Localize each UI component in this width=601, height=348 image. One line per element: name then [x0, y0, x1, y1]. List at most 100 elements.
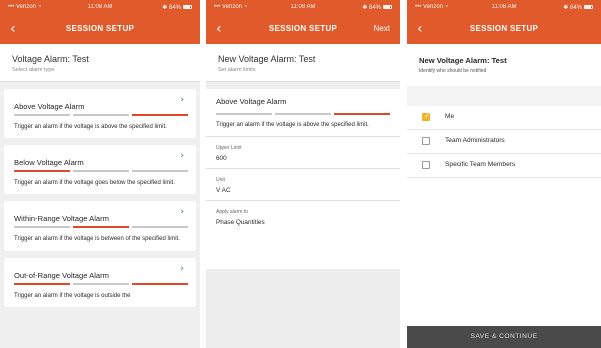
checkbox-checked[interactable]: ✓: [422, 112, 430, 121]
page-header: New Voltage Alarm: Test Identify who sho…: [407, 44, 601, 86]
status-battery: ✱ 84%: [362, 4, 392, 11]
nav-title: SESSION SETUP: [268, 24, 338, 33]
page-subtitle: Identify who should be notified: [419, 68, 487, 74]
nav-title: SESSION SETUP: [469, 24, 539, 33]
chevron-right-icon: ›: [180, 95, 184, 105]
alarm-card-within-range[interactable]: Within-Range Voltage Alarm › Trigger an …: [4, 201, 196, 251]
bluetooth-icon: ✱: [563, 5, 569, 11]
app-stage: ••• Verizon ◔ 11:08 AM ✱ 84% ‹ SESSION S…: [0, 0, 601, 348]
alarm-card-description: Trigger an alarm if the voltage is outsi…: [14, 292, 131, 299]
indicator-segment: [132, 170, 188, 173]
alarm-card-title: Within-Range Voltage Alarm: [14, 214, 109, 224]
limit-indicator: [14, 226, 188, 229]
field-value: V AC: [216, 187, 231, 195]
status-bar: ••• Verizon ◔ 11:08 AM ✱ 84%: [206, 0, 400, 16]
indicator-segment-active: [132, 114, 188, 116]
indicator-segment-active: [132, 282, 188, 285]
battery-percent: 84%: [168, 5, 181, 11]
indicator-segment: [14, 226, 70, 229]
chevron-right-icon: ›: [180, 151, 184, 162]
page-title: New Voltage Alarm: Test: [218, 54, 316, 64]
indicator-segment-active: [334, 113, 390, 115]
status-battery: ✱ 84%: [162, 4, 192, 11]
field-value: Phase Quantities: [216, 219, 265, 227]
alarm-card-above[interactable]: Above Voltage Alarm › Trigger an alarm i…: [4, 89, 196, 139]
chevron-right-icon: ›: [180, 207, 184, 218]
alarm-card-title: Below Voltage Alarm: [14, 158, 84, 168]
screen-select-alarm-type: ••• Verizon ◔ 11:08 AM ✱ 84% ‹ SESSION S…: [0, 0, 200, 348]
alarm-card-title: Out-of-Range Voltage Alarm: [14, 270, 109, 280]
indicator-segment-active: [14, 282, 70, 285]
battery-icon: [584, 5, 593, 10]
field-label: Upper Limit: [216, 145, 242, 152]
indicator-segment: [73, 114, 129, 116]
bluetooth-icon: ✱: [362, 5, 368, 11]
upper-limit-field[interactable]: Upper Limit 600: [206, 137, 400, 170]
nav-row: ‹ SESSION SETUP Next: [206, 18, 400, 42]
alarm-card-out-of-range[interactable]: Out-of-Range Voltage Alarm › Trigger an …: [4, 257, 196, 307]
nav-row: ‹ SESSION SETUP: [0, 18, 200, 42]
nav-title: SESSION SETUP: [65, 24, 135, 33]
limit-indicator: [14, 282, 188, 285]
save-continue-button[interactable]: SAVE & CONTINUE: [407, 326, 601, 348]
screen-notify-recipients: ••• Verizon ◔ 11:08 AM ✱ 84% ‹ SESSION S…: [407, 0, 601, 348]
page-title: New Voltage Alarm: Test: [419, 56, 507, 65]
indicator-segment-active: [73, 226, 129, 229]
battery-percent: 84%: [368, 5, 381, 11]
limit-indicator: [14, 170, 188, 173]
section-spacer: [407, 86, 601, 106]
alarm-card-description: Trigger an alarm if the voltage is above…: [14, 124, 167, 130]
indicator-segment: [73, 170, 129, 173]
notify-option-specific-team-members[interactable]: Specific Team Members: [407, 154, 601, 178]
indicator-segment: [73, 282, 129, 285]
indicator-segment-active: [14, 170, 70, 173]
notify-option-me[interactable]: ✓ Me: [407, 106, 601, 130]
card-head: Within-Range Voltage Alarm ›: [14, 207, 188, 224]
limit-indicator: [14, 114, 188, 116]
top-bar: ••• Verizon ◔ 11:08 AM ✱ 84% ‹ SESSION S…: [206, 0, 400, 44]
notify-option-team-administrators[interactable]: Team Administrators: [407, 130, 601, 154]
page-title: Voltage Alarm: Test: [12, 54, 89, 64]
field-label: Apply alarm to: [216, 209, 248, 216]
indicator-segment: [132, 226, 188, 229]
status-bar: ••• Verizon ◔ 11:08 AM ✱ 84%: [407, 0, 601, 16]
nav-row: ‹ SESSION SETUP: [407, 18, 601, 42]
battery-percent: 84%: [569, 5, 582, 11]
alarm-card-description: Trigger an alarm if the voltage goes bel…: [14, 180, 175, 187]
apply-alarm-to-field[interactable]: Apply alarm to Phase Quantities: [206, 201, 400, 232]
top-bar: ••• Verizon ◔ 11:08 AM ✱ 84% ‹ SESSION S…: [0, 0, 200, 44]
top-bar: ••• Verizon ◔ 11:08 AM ✱ 84% ‹ SESSION S…: [407, 0, 601, 44]
option-label: Specific Team Members: [445, 161, 516, 168]
battery-icon: [183, 5, 192, 10]
checkbox[interactable]: [422, 161, 430, 169]
limit-indicator: [216, 113, 390, 115]
page-header: Voltage Alarm: Test Select alarm type: [0, 44, 200, 82]
option-label: Team Administrators: [445, 137, 505, 144]
card-head: Below Voltage Alarm ›: [14, 151, 188, 168]
indicator-segment: [275, 113, 331, 115]
next-button[interactable]: Next: [374, 24, 390, 33]
checkmark-icon: ✓: [424, 112, 430, 120]
card-head: Above Voltage Alarm ›: [14, 95, 188, 111]
chevron-right-icon: ›: [180, 263, 184, 274]
alarm-card-title: Above Voltage Alarm: [14, 102, 85, 111]
unit-field[interactable]: Unit V AC: [206, 169, 400, 202]
alarm-type-description: Trigger an alarm if the voltage is above…: [216, 122, 369, 128]
page-subtitle: Set alarm limits: [218, 67, 256, 73]
indicator-segment: [14, 114, 70, 116]
page-subtitle: Select alarm type: [12, 67, 55, 73]
field-value: 600: [216, 155, 227, 163]
status-bar: ••• Verizon ◔ 11:08 AM ✱ 84%: [0, 0, 200, 16]
checkbox[interactable]: [422, 137, 430, 145]
alarm-card-below[interactable]: Below Voltage Alarm › Trigger an alarm i…: [4, 145, 196, 195]
page-header: New Voltage Alarm: Test Set alarm limits: [206, 44, 400, 82]
bluetooth-icon: ✱: [162, 5, 168, 11]
status-battery: ✱ 84%: [563, 4, 593, 11]
battery-icon: [383, 5, 392, 10]
field-label: Unit: [216, 177, 225, 184]
card-head: Out-of-Range Voltage Alarm ›: [14, 263, 188, 280]
option-label: Me: [445, 113, 455, 120]
screen-set-alarm-limits: ••• Verizon ◔ 11:08 AM ✱ 84% ‹ SESSION S…: [206, 0, 400, 348]
alarm-type-title: Above Voltage Alarm: [216, 97, 287, 106]
alarm-card-description: Trigger an alarm if the voltage is betwe…: [14, 236, 180, 243]
